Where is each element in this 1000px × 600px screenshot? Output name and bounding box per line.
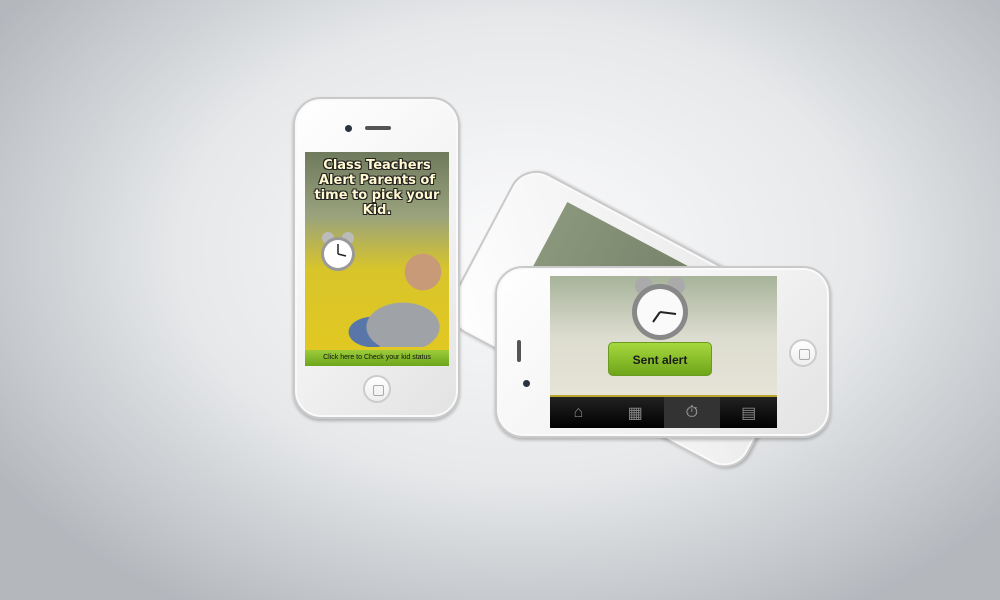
home-button[interactable] bbox=[363, 375, 391, 403]
landscape-phone: Sent alert ⌂ ▦ ⏱ ▤ bbox=[495, 266, 831, 438]
speaker bbox=[517, 340, 521, 362]
calendar-grid-icon: ▦ bbox=[627, 404, 643, 422]
promo-headline: Class Teachers Alert Parents of time to … bbox=[314, 158, 440, 218]
alarm-clock-icon bbox=[632, 277, 688, 340]
tab-home[interactable]: ⌂ bbox=[550, 397, 607, 428]
tab-calendar[interactable]: ▦ bbox=[607, 397, 664, 428]
parent-child-photo bbox=[333, 247, 449, 347]
tab-timer[interactable]: ⏱ bbox=[663, 397, 721, 428]
tab-video[interactable]: ▤ bbox=[720, 397, 777, 428]
stopwatch-icon: ⏱ bbox=[685, 403, 699, 421]
alert-screen: Sent alert ⌂ ▦ ⏱ ▤ bbox=[550, 276, 777, 428]
film-icon: ▤ bbox=[741, 404, 757, 422]
promo-screen: Class Teachers Alert Parents of time to … bbox=[305, 152, 449, 366]
home-icon: ⌂ bbox=[573, 403, 584, 421]
front-camera bbox=[345, 125, 352, 132]
sent-alert-button[interactable]: Sent alert bbox=[608, 342, 712, 376]
home-button[interactable] bbox=[789, 339, 817, 367]
speaker bbox=[365, 126, 391, 130]
check-kid-status-button[interactable]: Click here to Check your kid status bbox=[305, 350, 449, 366]
front-camera bbox=[523, 380, 530, 387]
tab-bar: ⌂ ▦ ⏱ ▤ bbox=[550, 395, 777, 428]
portrait-phone: Class Teachers Alert Parents of time to … bbox=[293, 97, 460, 419]
